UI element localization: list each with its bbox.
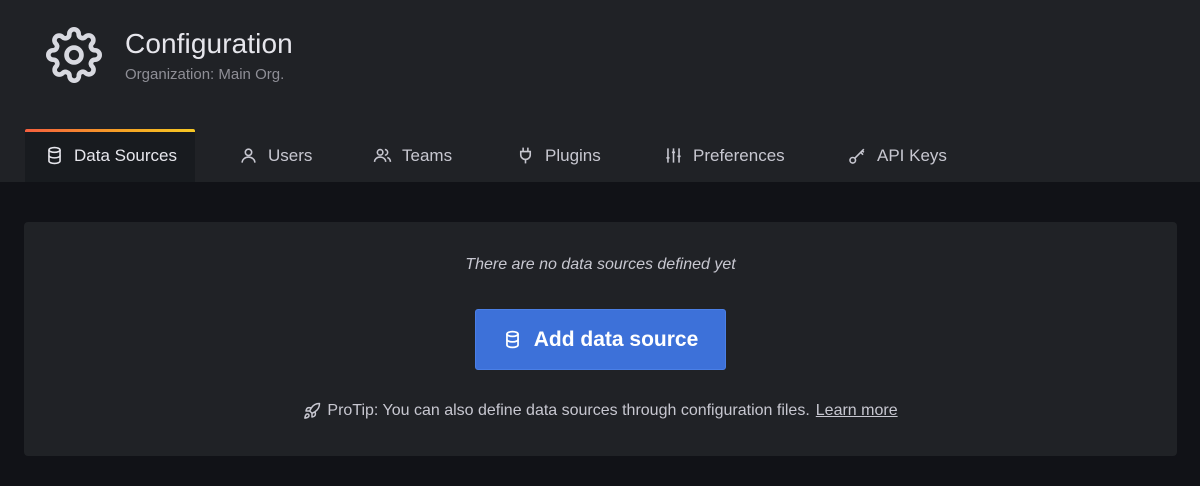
empty-state-message: There are no data sources defined yet	[465, 256, 736, 273]
protip: ProTip: You can also define data sources…	[24, 402, 1177, 420]
tab-preferences[interactable]: Preferences	[664, 129, 785, 182]
page-subtitle: Organization: Main Org.	[125, 66, 285, 83]
add-data-source-label: Add data source	[533, 327, 699, 351]
tab-plugins[interactable]: Plugins	[516, 129, 601, 182]
plug-icon	[519, 147, 532, 164]
database-icon	[505, 330, 519, 349]
tab-teams[interactable]: Teams	[373, 129, 452, 182]
tab-label: Users	[268, 145, 313, 165]
add-data-source-button[interactable]: Add data source	[475, 309, 726, 370]
protip-text: ProTip: You can also define data sources…	[327, 402, 810, 419]
tab-users[interactable]: Users	[239, 129, 312, 182]
tab-label: Plugins	[545, 145, 601, 165]
learn-more-link[interactable]: Learn more	[816, 402, 898, 420]
sliders-icon	[666, 148, 681, 163]
tab-api-keys[interactable]: API Keys	[848, 129, 947, 182]
tab-label: Data Sources	[74, 145, 177, 165]
tab-data-sources[interactable]: Data Sources	[25, 129, 195, 182]
page-header: Configuration Organization: Main Org. Da…	[0, 0, 1200, 182]
tab-bar: Data Sources Users Teams Plugins Prefere…	[0, 129, 1200, 182]
database-icon	[48, 146, 61, 165]
empty-state-panel: There are no data sources defined yet Ad…	[24, 222, 1177, 456]
tab-label: Teams	[402, 145, 453, 165]
page-title: Configuration	[125, 28, 293, 59]
key-icon	[849, 148, 865, 164]
users-icon	[373, 148, 392, 162]
tab-label: Preferences	[693, 145, 785, 165]
rocket-icon	[304, 402, 321, 419]
gear-icon	[46, 27, 102, 83]
tab-label: API Keys	[877, 145, 947, 165]
user-icon	[241, 148, 256, 163]
